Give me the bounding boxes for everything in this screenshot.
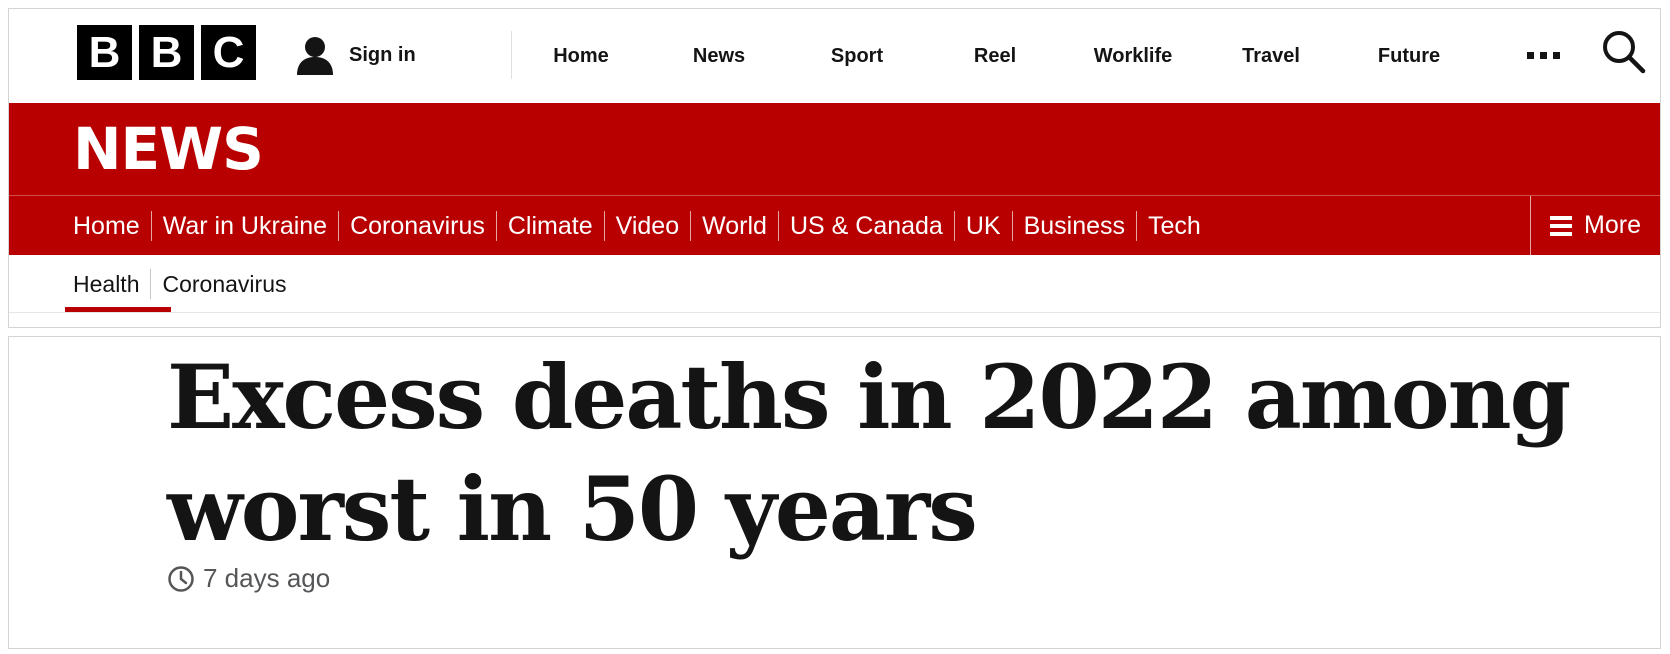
news-nav-us-canada[interactable]: US & Canada: [777, 210, 954, 241]
ellipsis-dot: [1553, 51, 1560, 59]
site-header: B B C Sign in Home News Sport Reel Workl…: [8, 8, 1661, 328]
more-menu-button[interactable]: More: [1530, 196, 1660, 255]
news-nav-list: Home War in Ukraine Coronavirus Climate …: [73, 196, 1212, 255]
news-nav-home[interactable]: Home: [73, 211, 151, 241]
news-masthead: NEWS: [9, 103, 1660, 195]
hamburger-icon: [1550, 215, 1573, 236]
global-nav-news[interactable]: News: [650, 9, 788, 103]
news-nav-business[interactable]: Business: [1011, 210, 1136, 241]
clock-icon: [168, 565, 194, 592]
sub-nav-coronavirus[interactable]: Coronavirus: [150, 269, 297, 299]
news-navigation: Home War in Ukraine Coronavirus Climate …: [9, 195, 1660, 255]
sign-in-label: Sign in: [349, 43, 416, 66]
search-button[interactable]: [1601, 29, 1647, 80]
news-nav-uk[interactable]: UK: [953, 210, 1012, 241]
global-nav-future[interactable]: Future: [1340, 9, 1478, 103]
global-nav-sport[interactable]: Sport: [788, 9, 926, 103]
news-nav-climate[interactable]: Climate: [495, 210, 604, 241]
timestamp-text: 7 days ago: [203, 563, 331, 593]
global-nav-travel[interactable]: Travel: [1202, 9, 1340, 103]
article-timestamp: 7 days ago: [167, 563, 330, 594]
global-nav: Home News Sport Reel Worklife Travel Fut…: [512, 9, 1478, 103]
global-nav-reel[interactable]: Reel: [926, 9, 1064, 103]
ellipsis-dot: [1527, 51, 1534, 59]
ellipsis-dot: [1540, 51, 1547, 59]
sub-nav-health[interactable]: Health: [73, 269, 150, 299]
global-nav-worklife[interactable]: Worklife: [1064, 9, 1202, 103]
global-navigation-bar: B B C Sign in Home News Sport Reel Workl…: [9, 9, 1660, 103]
bbc-logo-block: B: [77, 25, 132, 80]
article-headline: Excess deaths in 2022 among worst in 50 …: [167, 345, 1571, 561]
bbc-logo-block: B: [139, 25, 194, 80]
news-nav-coronavirus[interactable]: Coronavirus: [338, 210, 496, 241]
news-nav-tech[interactable]: Tech: [1136, 210, 1212, 241]
ellipsis-icon[interactable]: [1527, 43, 1560, 67]
sign-in-button[interactable]: Sign in: [295, 29, 416, 81]
more-label: More: [1584, 211, 1641, 239]
article-header: Excess deaths in 2022 among worst in 50 …: [8, 336, 1661, 649]
user-icon: [297, 37, 333, 75]
news-nav-war-in-ukraine[interactable]: War in Ukraine: [150, 210, 338, 241]
sub-nav-list: Health Coronavirus: [73, 255, 297, 313]
global-nav-home[interactable]: Home: [512, 9, 650, 103]
active-tab-indicator: [65, 307, 171, 312]
news-nav-world[interactable]: World: [690, 210, 778, 241]
secondary-navigation: Health Coronavirus: [9, 255, 1660, 313]
bbc-logo[interactable]: B B C: [77, 25, 256, 80]
bbc-logo-block: C: [201, 25, 256, 80]
news-nav-video[interactable]: Video: [603, 210, 691, 241]
news-title[interactable]: NEWS: [73, 115, 264, 183]
search-icon: [1603, 31, 1646, 74]
